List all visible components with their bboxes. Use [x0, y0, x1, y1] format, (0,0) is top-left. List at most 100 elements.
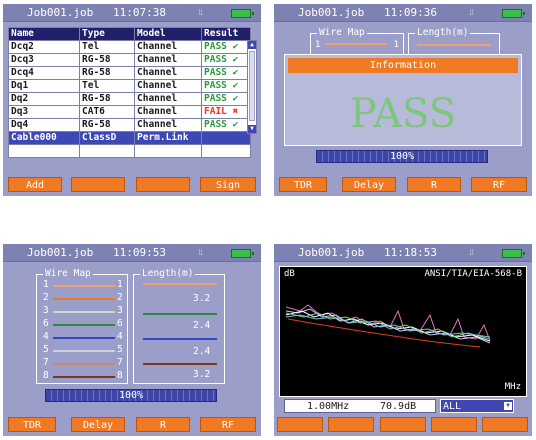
plug-icon: ⫫	[198, 248, 204, 258]
wiremap-line	[325, 43, 387, 45]
pair-select-value: ALL	[443, 401, 462, 412]
table-row[interactable]: Dcq2 Tel Channel PASS ✔	[8, 40, 251, 54]
cell-model: Channel	[134, 53, 202, 67]
rf-curves	[285, 304, 491, 348]
scroll-thumb[interactable]	[249, 51, 255, 121]
clock: 11:07:38	[113, 6, 166, 19]
softkey-2-button[interactable]	[71, 177, 125, 192]
r-button[interactable]: R	[136, 417, 190, 432]
battery-icon	[502, 9, 525, 18]
check-icon: ✔	[232, 93, 239, 104]
progress-bar: 100%	[316, 150, 488, 163]
cell-type: RG-58	[79, 118, 135, 132]
cell-result: PASS ✔	[201, 79, 251, 93]
chevron-down-icon: ▼	[504, 402, 512, 410]
scroll-down-icon[interactable]: ▼	[248, 125, 256, 133]
table-row[interactable]: Dq1 Tel Channel PASS ✔	[8, 79, 251, 93]
progress-text: 100%	[389, 151, 415, 162]
wire-line	[53, 376, 115, 378]
tdr-button[interactable]: TDR	[279, 177, 327, 192]
results-table: Name Type Model Result Dcq2 Tel Channel …	[8, 27, 251, 158]
cell-empty	[8, 144, 80, 158]
softkey-1-button[interactable]	[277, 417, 323, 432]
information-header: Information	[288, 58, 518, 73]
battery-icon	[231, 249, 254, 258]
softkey-2-button[interactable]	[328, 417, 374, 432]
cell-name: Dq3	[8, 105, 80, 119]
wiremap-pin-right: 1	[393, 40, 399, 50]
table-row[interactable]: Dq3 CAT6 Channel FAIL ✖	[8, 105, 251, 119]
cell-empty	[201, 144, 251, 158]
softkey-3-button[interactable]	[136, 177, 190, 192]
delay-button[interactable]: Delay	[71, 417, 125, 432]
battery-icon	[231, 9, 254, 18]
cell-result: PASS ✔	[201, 66, 251, 80]
sign-button[interactable]: Sign	[200, 177, 256, 192]
table-scrollbar[interactable]: ▲ ▼	[247, 40, 257, 134]
cell-model: Channel	[134, 79, 202, 93]
table-row[interactable]: Dq4 RG-58 Channel PASS ✔	[8, 118, 251, 132]
wire-line	[53, 298, 115, 300]
tdr-button[interactable]: TDR	[8, 417, 56, 432]
cell-name: Dq1	[8, 79, 80, 93]
pair-12-length-line	[143, 283, 217, 285]
scroll-up-icon[interactable]: ▲	[248, 41, 256, 49]
rf-plot[interactable]: dB ANSI/TIA/EIA-568-B MHz	[279, 266, 527, 397]
cell-type: Tel	[79, 40, 135, 54]
result-text: PASS	[204, 80, 227, 91]
table-row[interactable]: Dq2 RG-58 Channel PASS ✔	[8, 92, 251, 106]
cell-result: PASS ✔	[201, 92, 251, 106]
pass-result: PASS	[349, 91, 457, 137]
pin-left-label: 5	[43, 344, 49, 355]
job-filename: Job001.job	[298, 246, 365, 259]
softkey-5-button[interactable]	[482, 417, 528, 432]
screen-job-list: Job001.job 11:07:38 ⫫ Name Type Model Re…	[3, 4, 261, 196]
information-panel: Information PASS	[284, 54, 522, 146]
r-button[interactable]: R	[407, 177, 461, 192]
pin-left-label: 3	[43, 305, 49, 316]
add-button[interactable]: Add	[8, 177, 62, 192]
cell-name: Cable000	[8, 131, 80, 145]
softkey-bar: Add Sign	[3, 174, 261, 196]
cell-type: RG-58	[79, 66, 135, 80]
rf-button[interactable]: RF	[471, 177, 527, 192]
length-group: Length(m)	[133, 268, 225, 384]
wiremap-group: Wire Map 1 1	[310, 27, 404, 55]
cell-result: FAIL ✖	[201, 105, 251, 119]
table-row-empty[interactable]	[8, 144, 251, 158]
battery-icon	[502, 249, 525, 258]
table-row[interactable]: Dcq3 RG-58 Channel PASS ✔	[8, 53, 251, 67]
check-icon: ✔	[232, 80, 239, 91]
pin-left-label: 7	[43, 357, 49, 368]
plug-icon: ⫫	[469, 8, 475, 18]
screen-wiremap: Job001.job 11:09:53 ⫫ Wire Map Length(m)…	[3, 244, 261, 436]
length-label: Length(m)	[140, 268, 196, 279]
softkey-4-button[interactable]	[431, 417, 477, 432]
delay-button[interactable]: Delay	[342, 177, 396, 192]
clock: 11:09:36	[384, 6, 437, 19]
clock: 11:09:53	[113, 246, 166, 259]
check-icon: ✔	[232, 67, 239, 78]
length-line	[417, 44, 491, 46]
cell-type: RG-58	[79, 92, 135, 106]
wire-line	[53, 363, 115, 365]
table-header: Name Type Model Result	[8, 27, 251, 41]
pin-left-label: 4	[43, 331, 49, 342]
result-text: FAIL	[204, 106, 227, 117]
softkey-bar: TDR Delay R RF	[274, 174, 532, 196]
progress-text: 100%	[118, 390, 144, 401]
cell-name: Dq4	[8, 118, 80, 132]
rf-button[interactable]: RF	[200, 417, 256, 432]
result-text: PASS	[204, 67, 227, 78]
result-text: PASS	[204, 119, 227, 130]
cell-result	[201, 131, 251, 145]
cell-result: PASS ✔	[201, 118, 251, 132]
table-row[interactable]: Dcq4 RG-58 Channel PASS ✔	[8, 66, 251, 80]
cross-icon: ✖	[232, 106, 239, 117]
length-group: Length(m)	[408, 27, 500, 55]
table-row-selected[interactable]: Cable000 ClassD Perm.Link	[8, 131, 251, 145]
softkey-3-button[interactable]	[380, 417, 426, 432]
pin-right-label: 2	[117, 292, 123, 303]
cell-name: Dcq4	[8, 66, 80, 80]
pair-select[interactable]: ALL ▼	[440, 399, 514, 413]
